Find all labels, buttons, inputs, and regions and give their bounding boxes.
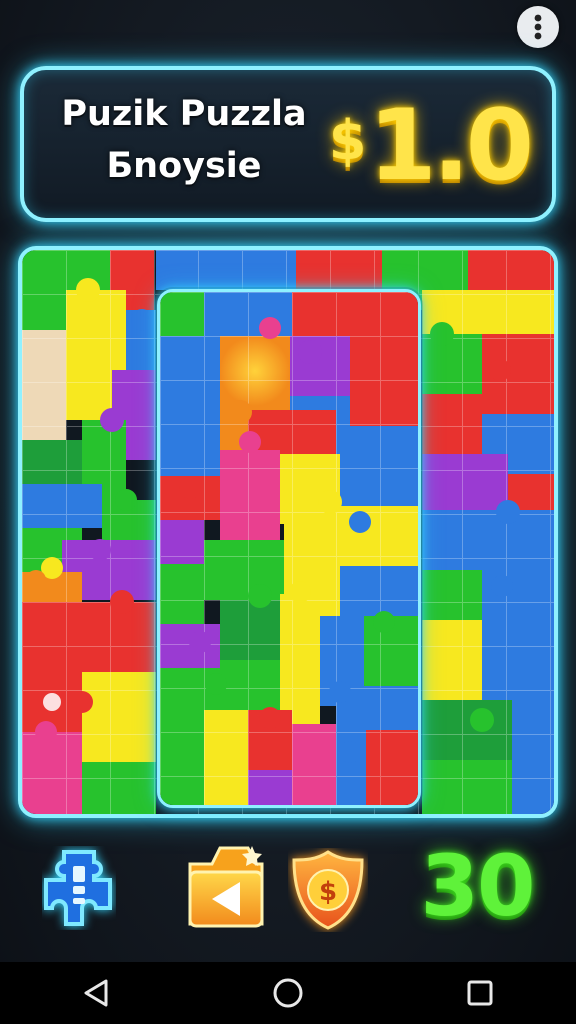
puzzle-piece-button[interactable] (42, 846, 116, 930)
back-button[interactable] (182, 838, 270, 932)
dollar-shield-icon: $ (292, 850, 364, 930)
score-counter: 30 (420, 837, 536, 935)
coin-shield-button[interactable]: $ (288, 848, 368, 932)
nav-recents-button[interactable] (450, 963, 510, 1023)
title-line-1: Puzik Puzzla (61, 94, 307, 134)
more-vertical-icon (534, 14, 542, 40)
active-puzzle-art (160, 292, 418, 805)
puzzle-piece-icon (44, 850, 112, 926)
nav-back-button[interactable] (66, 963, 126, 1023)
system-navigation-bar (0, 962, 576, 1024)
header-banner: Puzik Puzzla Бnoysie $ 1.0 (20, 66, 556, 222)
title-line-2: Бnoysie (106, 146, 262, 186)
amount-value: 1.0 (368, 89, 534, 203)
back-arrow-folder-icon (188, 846, 264, 928)
active-puzzle-piece-area[interactable] (157, 289, 421, 808)
currency-symbol: $ (328, 108, 367, 172)
nav-home-button[interactable] (258, 963, 318, 1023)
more-options-button[interactable] (517, 6, 559, 48)
home-icon (273, 978, 303, 1008)
back-icon (84, 979, 108, 1007)
prize-amount: $ 1.0 (328, 88, 534, 204)
recents-icon (467, 980, 493, 1006)
game-title: Puzik Puzzla Бnoysie (54, 88, 314, 192)
svg-text:$: $ (319, 877, 337, 907)
